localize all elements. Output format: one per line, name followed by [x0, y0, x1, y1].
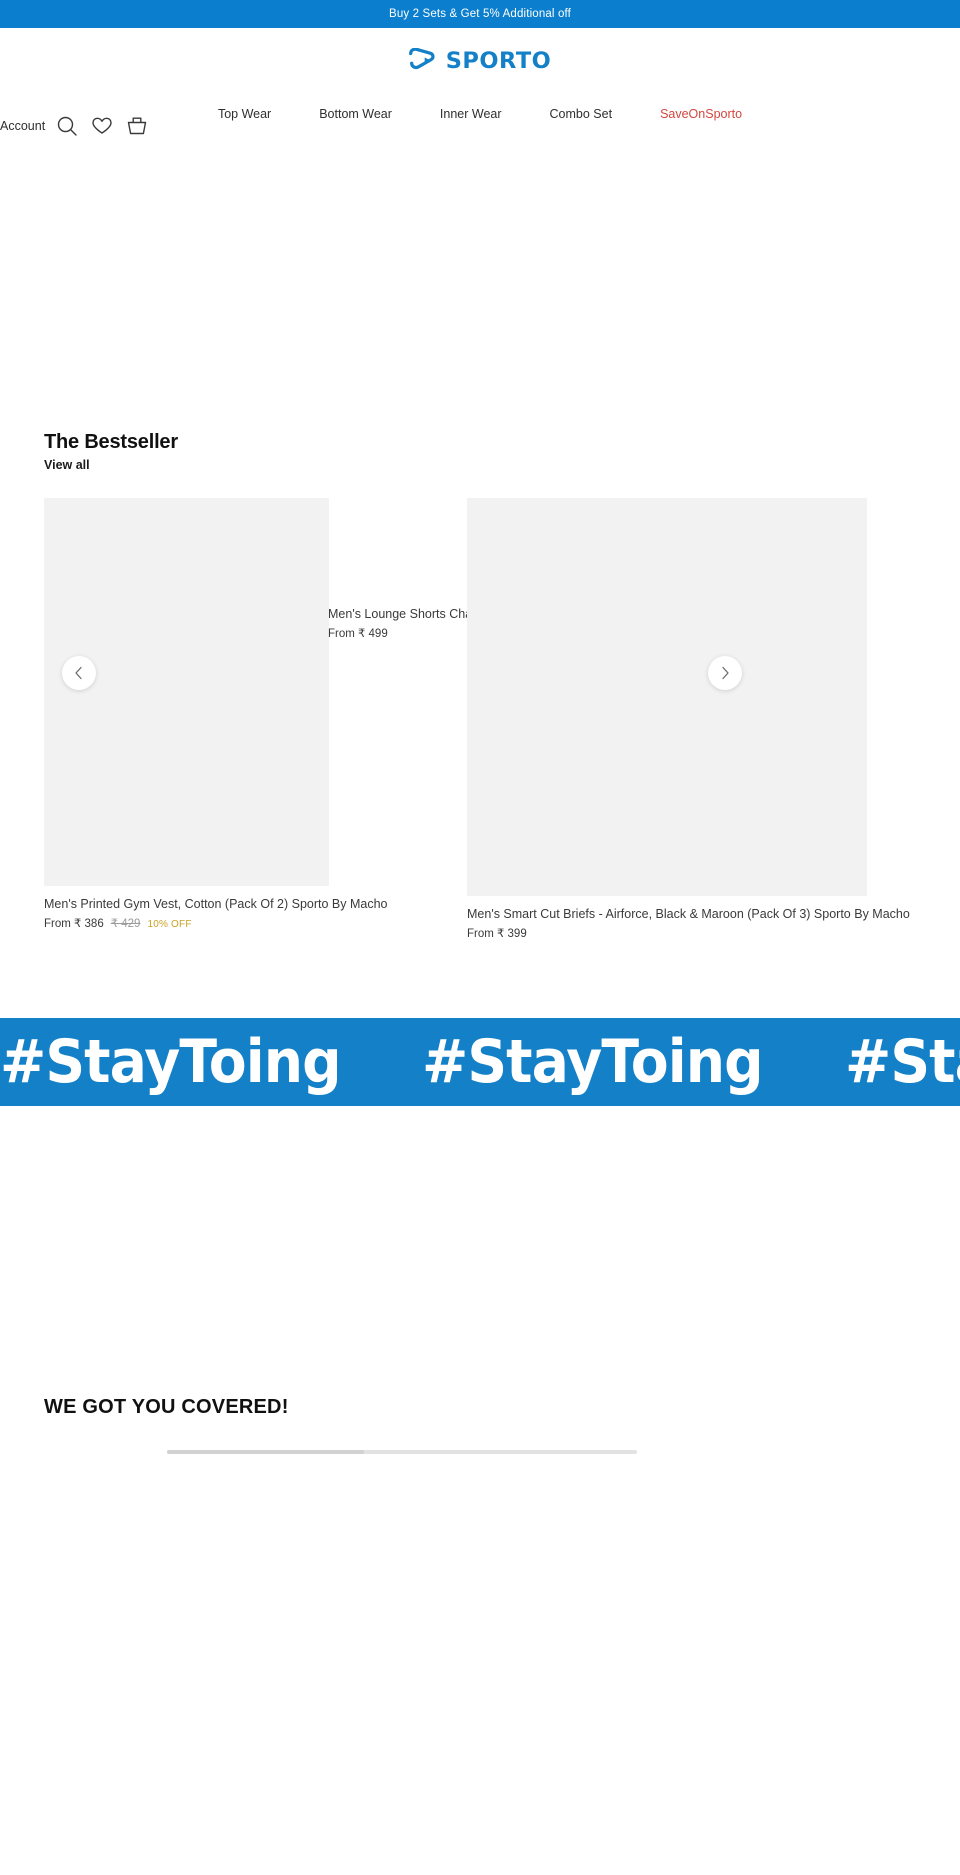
view-all-link[interactable]: View all — [44, 458, 178, 473]
staytoing-marquee-banner: #StayToing #StayToing #StayToing — [0, 1018, 960, 1106]
bestseller-title: The Bestseller — [44, 431, 178, 453]
chevron-right-icon — [722, 666, 729, 680]
chevron-left-icon — [75, 666, 82, 680]
nav-item-inner-wear[interactable]: Inner Wear — [416, 106, 526, 122]
product-price-row: From ₹ 499 — [328, 626, 468, 640]
heart-icon[interactable] — [89, 113, 115, 139]
nav-item-top-wear[interactable]: Top Wear — [194, 106, 295, 122]
nav-item-bottom-wear[interactable]: Bottom Wear — [295, 106, 416, 122]
carousel-scrollbar[interactable] — [167, 1450, 637, 1454]
product-price-row: From ₹ 399 — [467, 926, 867, 940]
main-navigation: Top Wear Bottom Wear Inner Wear Combo Se… — [194, 106, 766, 122]
marquee-text: #StayToing — [0, 1027, 342, 1097]
we-got-you-covered-title: WE GOT YOU COVERED! — [44, 1396, 289, 1418]
carousel-prev-button[interactable] — [62, 656, 96, 690]
product-title: Men's Printed Gym Vest, Cotton (Pack Of … — [44, 897, 388, 911]
product-title: Men's Smart Cut Briefs - Airforce, Black… — [467, 907, 910, 921]
announcement-text: Buy 2 Sets & Get 5% Additional off — [389, 8, 571, 20]
marquee-text: #StayToing — [844, 1027, 960, 1097]
announcement-bar: Buy 2 Sets & Get 5% Additional off — [0, 0, 960, 28]
marquee-text: #StayToing — [422, 1027, 764, 1097]
bestseller-heading-group: The Bestseller View all — [44, 430, 178, 473]
product-compare-price: ₹ 429 — [110, 918, 141, 930]
logo-text: SPORTO — [445, 47, 552, 74]
carousel-scrollbar-thumb[interactable] — [167, 1450, 365, 1454]
header-utilities: Account — [0, 113, 150, 139]
search-icon[interactable] — [54, 113, 80, 139]
product-image — [467, 498, 867, 896]
product-price: From ₹ 386 — [44, 918, 104, 930]
product-price-row: From ₹ 386 ₹ 429 10% OFF — [44, 916, 329, 930]
account-link[interactable]: Account — [0, 119, 45, 133]
nav-item-combo-set[interactable]: Combo Set — [526, 106, 637, 122]
nav-item-saveonsporto[interactable]: SaveOnSporto — [636, 106, 766, 122]
product-price: From ₹ 499 — [328, 628, 388, 640]
product-card[interactable]: Men's Smart Cut Briefs - Airforce, Black… — [467, 498, 910, 940]
product-card[interactable]: Men's Printed Gym Vest, Cotton (Pack Of … — [44, 498, 388, 930]
sporto-swoosh-icon — [409, 47, 439, 74]
product-title: Men's Lounge Shorts Charcoal — [328, 607, 500, 621]
product-card[interactable]: Men's Lounge Shorts Charcoal From ₹ 499 — [328, 606, 500, 640]
carousel-next-button[interactable] — [708, 656, 742, 690]
page-root: Buy 2 Sets & Get 5% Additional off SPORT… — [0, 0, 960, 1875]
marquee-track: #StayToing #StayToing #StayToing — [0, 1030, 960, 1094]
product-image — [44, 498, 329, 886]
site-header: SPORTO Top Wear Bottom Wear Inner Wear C… — [0, 28, 960, 136]
cart-icon[interactable] — [124, 113, 150, 139]
logo[interactable]: SPORTO — [409, 47, 552, 74]
product-discount-badge: 10% OFF — [147, 919, 192, 930]
product-price: From ₹ 399 — [467, 928, 527, 940]
